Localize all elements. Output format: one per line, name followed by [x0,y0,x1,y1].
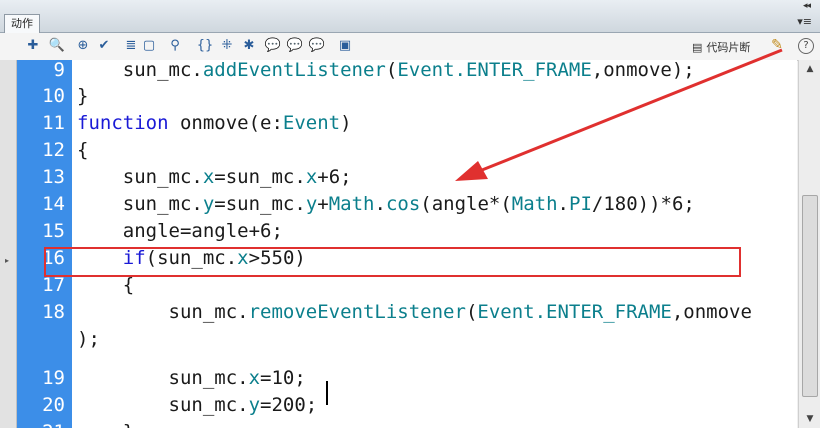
annotation-arrow [455,48,783,181]
annotation-arrow-head [455,161,488,181]
annotation-arrow-shaft [481,48,783,172]
